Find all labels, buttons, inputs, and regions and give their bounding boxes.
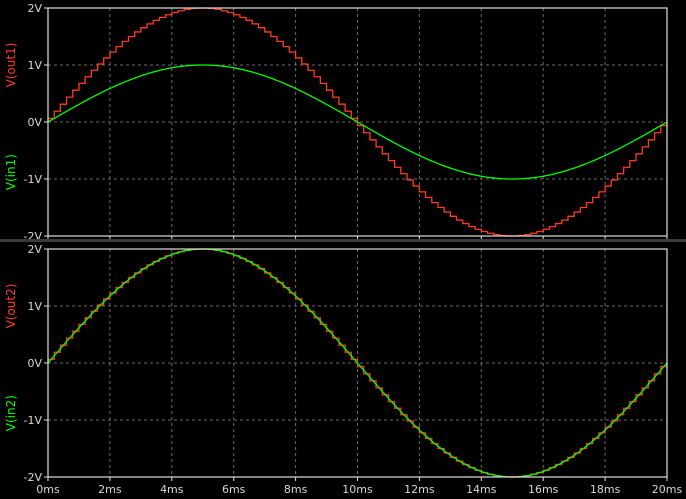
series-label-vin2[interactable]: V(in2) [4, 395, 18, 431]
x-tick-label: 4ms [160, 483, 184, 496]
x-tick-label: 18ms [590, 483, 621, 496]
y-tick-label: 0V [27, 357, 42, 370]
y-tick-label: 1V [27, 59, 42, 72]
x-tick-label: 6ms [222, 483, 246, 496]
x-tick-label: 8ms [284, 483, 308, 496]
x-tick-label: 16ms [528, 483, 559, 496]
y-tick-label: -1V [24, 414, 43, 427]
y-tick-label: 2V [27, 243, 42, 256]
x-tick-label: 10ms [342, 483, 373, 496]
series-label-vin1[interactable]: V(in1) [4, 154, 18, 190]
x-tick-label: 20ms [652, 483, 683, 496]
x-tick-label: 12ms [404, 483, 435, 496]
y-tick-label: -1V [24, 173, 43, 186]
x-tick-label: 2ms [98, 483, 122, 496]
oscilloscope-view: 2V1V0V-1V-2VV(out1)V(in1) 2V1V0V-1V-2V0m… [0, 0, 686, 499]
y-tick-label: 2V [27, 2, 42, 15]
series-label-vout2[interactable]: V(out2) [4, 284, 18, 329]
y-tick-label: 0V [27, 116, 42, 129]
pane-separator[interactable] [0, 239, 686, 242]
series-label-vout1[interactable]: V(out1) [4, 43, 18, 88]
x-tick-label: 14ms [466, 483, 497, 496]
x-tick-label: 0ms [36, 483, 60, 496]
y-tick-label: 1V [27, 300, 42, 313]
